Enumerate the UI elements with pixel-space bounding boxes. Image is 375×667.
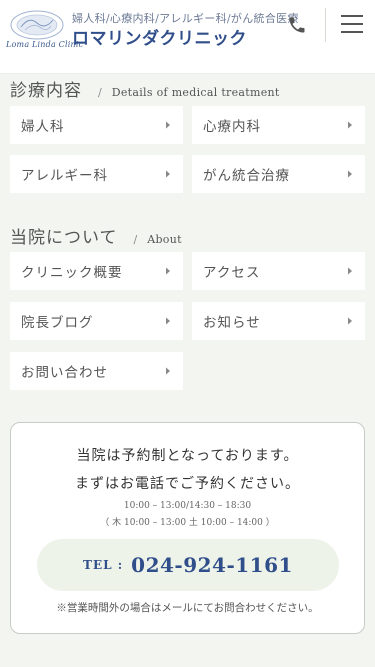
nav-button-news[interactable]: お知らせ [192, 302, 365, 340]
nav-button-label: お知らせ [203, 315, 261, 331]
reservation-card: 当院は予約制となっております。 まずはお電話でご予約ください。 10:00 – … [10, 422, 365, 634]
nav-button-psychosomatic[interactable]: 心療内科 [192, 106, 365, 144]
heading-separator: / [98, 86, 102, 99]
nav-button-director-blog[interactable]: 院長ブログ [10, 302, 183, 340]
chevron-right-icon [166, 267, 170, 275]
phone-button[interactable] [284, 12, 310, 38]
call-button[interactable]: TEL : 024-924-1161 [37, 539, 339, 591]
nav-button-gynecology[interactable]: 婦人科 [10, 106, 183, 144]
site-header: Loma Linda Clinic 婦人科/心療内科/アレルギー科/がん統合医療… [0, 0, 375, 74]
nav-button-label: お問い合わせ [21, 365, 108, 381]
business-hours: 10:00 – 13:00/14:30 – 18:30 [123, 501, 252, 511]
nav-button-label: アクセス [203, 265, 261, 281]
chevron-right-icon [348, 170, 352, 178]
chevron-right-icon [166, 367, 170, 375]
nav-button-label: 婦人科 [21, 119, 65, 135]
chevron-right-icon [166, 121, 170, 129]
nav-button-access[interactable]: アクセス [192, 252, 365, 290]
treatment-heading-en: Details of medical treatment [111, 86, 280, 99]
nav-button-contact[interactable]: お問い合わせ [10, 352, 183, 390]
nav-button-label: クリニック概要 [21, 265, 123, 281]
nav-button-label: がん統合治療 [203, 168, 290, 184]
business-hours-exceptions: （ 木 10:00 – 13:00 土 10:00 – 14:00 ） [100, 518, 275, 528]
email-contact-note: ※営業時間外の場合はメールにてお問合わせください。 [56, 602, 319, 614]
chevron-right-icon [166, 317, 170, 325]
chevron-right-icon [166, 170, 170, 178]
about-heading-ja: 当院について [10, 228, 118, 248]
clinic-name[interactable]: ロマリンダクリニック [72, 24, 247, 49]
heading-separator: / [133, 233, 138, 246]
chevron-right-icon [348, 317, 352, 325]
chevron-right-icon [348, 121, 352, 129]
about-heading-en: About [147, 233, 182, 246]
reservation-notice-line1: 当院は予約制となっております。 [76, 448, 299, 464]
nav-button-clinic-overview[interactable]: クリニック概要 [10, 252, 183, 290]
nav-button-label: 心療内科 [203, 119, 261, 135]
about-heading: 当院について / About [10, 223, 182, 248]
phone-icon [289, 17, 305, 33]
nav-button-label: 院長ブログ [21, 315, 94, 331]
tel-label: TEL : [83, 558, 124, 572]
tel-number: 024-924-1161 [131, 553, 293, 577]
chevron-right-icon [348, 267, 352, 275]
reservation-notice-line2: まずはお電話でご予約ください。 [75, 476, 300, 492]
treatment-heading: 診療内容 / Details of medical treatment [10, 76, 280, 101]
nav-button-allergy[interactable]: アレルギー科 [10, 155, 183, 193]
header-divider [325, 8, 326, 42]
treatment-heading-ja: 診療内容 [10, 81, 82, 101]
nav-button-cancer[interactable]: がん統合治療 [192, 155, 365, 193]
nav-button-label: アレルギー科 [21, 168, 108, 184]
hamburger-menu-icon[interactable] [341, 12, 363, 36]
